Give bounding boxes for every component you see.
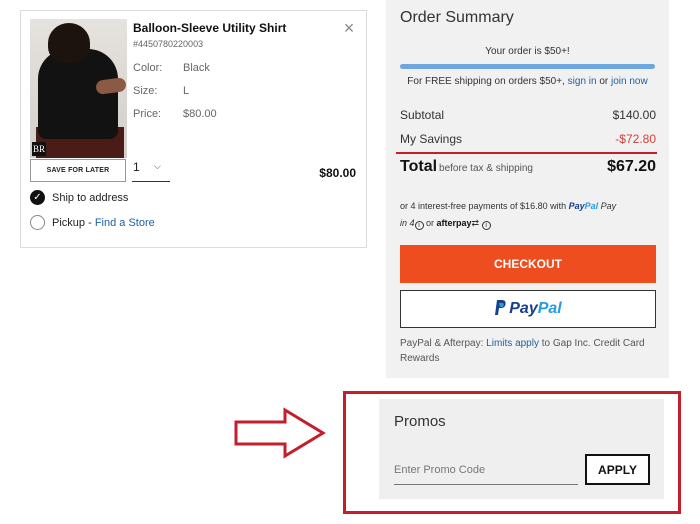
- product-size: Size: L: [133, 85, 189, 97]
- quantity-select[interactable]: 1 ⌵: [132, 159, 170, 182]
- paypal-text-pay: Pay: [509, 300, 538, 317]
- shipping-progress-fill: [400, 64, 655, 69]
- attribute-label: Size:: [133, 85, 158, 97]
- product-image-shirt: [38, 49, 118, 139]
- limits-apply-link[interactable]: Limits apply: [486, 338, 539, 349]
- paypal-icon: [495, 300, 506, 315]
- installments-text: or 4 interest-free payments of $16.80 wi…: [400, 201, 569, 211]
- total-row: Total before tax & shipping $67.20: [400, 158, 656, 176]
- product-price: Price: $80.00: [133, 108, 217, 120]
- product-color: Color: Black: [133, 62, 210, 74]
- arrow-right-icon: [234, 407, 326, 459]
- order-summary-title: Order Summary: [400, 9, 514, 26]
- attribute-value: $80.00: [183, 108, 217, 120]
- info-icon[interactable]: i: [481, 221, 491, 230]
- attribute-label: Color:: [133, 62, 163, 74]
- info-icon[interactable]: i: [414, 221, 424, 230]
- subtotal-row: Subtotal $140.00: [400, 108, 656, 122]
- total-subtext: before tax & shipping: [439, 163, 533, 174]
- subtotal-value: $140.00: [612, 108, 656, 122]
- afterpay-logo: afterpay: [436, 218, 472, 228]
- shipping-progress-bar: [400, 64, 655, 69]
- installment-payments-note: or 4 interest-free payments of $16.80 wi…: [400, 198, 660, 232]
- savings-underline-annotation: [396, 152, 657, 154]
- paypal-button[interactable]: PayPal: [400, 290, 656, 328]
- promos-panel: Promos APPLY: [379, 399, 664, 499]
- or-text: or: [596, 76, 612, 87]
- in-4-text: in 4: [400, 218, 415, 228]
- checkout-button[interactable]: CHECKOUT: [400, 245, 656, 283]
- attribute-value: Black: [183, 62, 210, 74]
- promo-code-input[interactable]: [394, 455, 578, 485]
- savings-value: -$72.80: [615, 132, 656, 146]
- subtotal-label: Subtotal: [400, 108, 445, 122]
- pickup-option[interactable]: Pickup - Find a Store: [30, 215, 155, 230]
- savings-row: My Savings -$72.80: [400, 132, 656, 146]
- save-for-later-button[interactable]: SAVE FOR LATER: [30, 159, 126, 182]
- savings-label: My Savings: [400, 132, 463, 146]
- order-summary-panel: Order Summary Your order is $50+! For FR…: [386, 0, 669, 378]
- brand-logo: BR: [32, 142, 46, 156]
- afterpay-loop-icon: ⇄: [471, 218, 480, 228]
- apply-promo-button[interactable]: APPLY: [585, 454, 650, 485]
- sign-in-link[interactable]: sign in: [568, 76, 597, 87]
- pay-text: Pay: [600, 201, 617, 211]
- product-name[interactable]: Balloon-Sleeve Utility Shirt: [133, 21, 286, 35]
- product-sku: #4450780220003: [133, 39, 204, 49]
- attribute-value: L: [183, 85, 190, 97]
- close-icon[interactable]: ×: [342, 19, 356, 37]
- ship-to-address-option[interactable]: ✓ Ship to address: [30, 190, 128, 205]
- pickup-label: Pickup -: [52, 216, 92, 229]
- attribute-label: Price:: [133, 108, 162, 120]
- product-image[interactable]: BR: [30, 19, 127, 158]
- paypal-text-pal: Pal: [537, 300, 562, 317]
- total-label: Total: [400, 158, 438, 175]
- quantity-value: 1: [133, 160, 140, 174]
- free-shipping-text: For FREE shipping on orders $50+,: [407, 76, 568, 87]
- free-shipping-note: For FREE shipping on orders $50+, sign i…: [386, 76, 669, 87]
- free-shipping-threshold-message: Your order is $50+!: [485, 46, 570, 57]
- payment-terms-note: PayPal & Afterpay: Limits apply to Gap I…: [400, 336, 658, 366]
- total-value: $67.20: [607, 158, 656, 175]
- ship-to-address-label: Ship to address: [52, 191, 129, 204]
- paypal-pay-in-4-logo: PayPal: [568, 201, 599, 211]
- promos-title: Promos: [394, 413, 446, 430]
- join-now-link[interactable]: join now: [611, 76, 648, 87]
- product-image-model-head: [48, 23, 90, 63]
- payment-terms-prefix: PayPal & Afterpay:: [400, 338, 487, 349]
- chevron-down-icon: ⌵: [154, 161, 161, 171]
- cart-item-card: BR × Balloon-Sleeve Utility Shirt #44507…: [20, 10, 367, 248]
- find-a-store-link[interactable]: Find a Store: [95, 217, 155, 229]
- or-word: or: [423, 218, 437, 228]
- radio-empty-icon[interactable]: [30, 215, 45, 230]
- line-total: $80.00: [319, 166, 356, 180]
- checkmark-icon[interactable]: ✓: [30, 190, 45, 205]
